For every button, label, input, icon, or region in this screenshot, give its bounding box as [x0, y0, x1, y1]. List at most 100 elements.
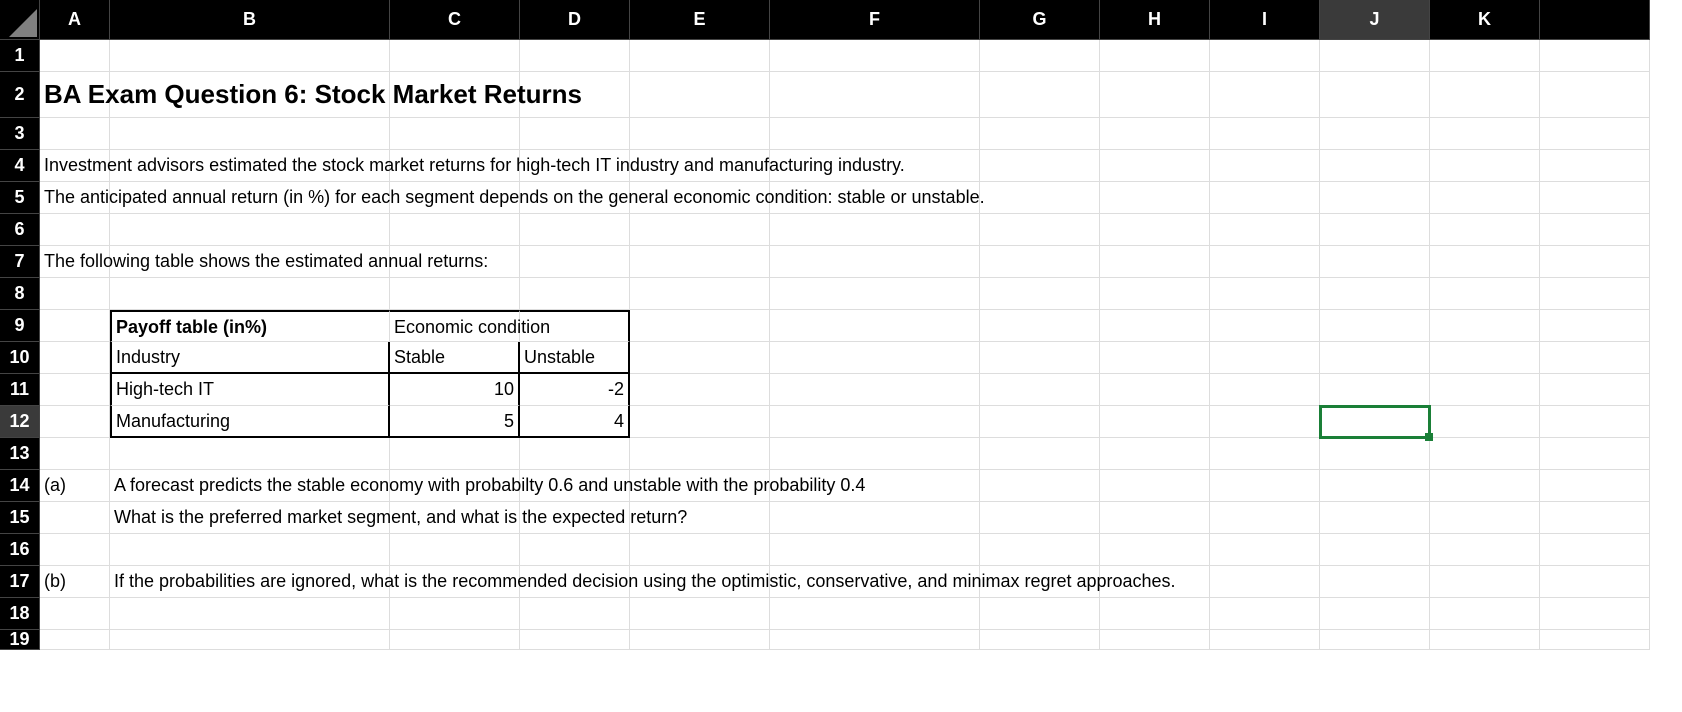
cell-A19[interactable]: [40, 630, 110, 650]
cell-F3[interactable]: [770, 118, 980, 150]
cell-J19[interactable]: [1320, 630, 1430, 650]
cell-H12[interactable]: [1100, 406, 1210, 438]
col-header-F[interactable]: F: [770, 0, 980, 40]
row-header-7[interactable]: 7: [0, 246, 40, 278]
cell-H6[interactable]: [1100, 214, 1210, 246]
cell-K8[interactable]: [1430, 278, 1540, 310]
row-header-1[interactable]: 1: [0, 40, 40, 72]
col-header-H[interactable]: H: [1100, 0, 1210, 40]
cell-F15[interactable]: [770, 502, 980, 534]
cell-K14[interactable]: [1430, 470, 1540, 502]
cell-extra-10[interactable]: [1540, 342, 1650, 374]
cell-C8[interactable]: [390, 278, 520, 310]
cell-J15[interactable]: [1320, 502, 1430, 534]
cell-A9[interactable]: [40, 310, 110, 342]
cell-C16[interactable]: [390, 534, 520, 566]
row-header-16[interactable]: 16: [0, 534, 40, 566]
cell-E19[interactable]: [630, 630, 770, 650]
cell-H19[interactable]: [1100, 630, 1210, 650]
col-header-K[interactable]: K: [1430, 0, 1540, 40]
cell-C19[interactable]: [390, 630, 520, 650]
cell-extra-7[interactable]: [1540, 246, 1650, 278]
cell-J2[interactable]: [1320, 72, 1430, 118]
cell-I7[interactable]: [1210, 246, 1320, 278]
cell-F19[interactable]: [770, 630, 980, 650]
cell-H11[interactable]: [1100, 374, 1210, 406]
cell-G5[interactable]: [980, 182, 1100, 214]
cell-A18[interactable]: [40, 598, 110, 630]
row-header-11[interactable]: 11: [0, 374, 40, 406]
cell-I2[interactable]: [1210, 72, 1320, 118]
cell-K17[interactable]: [1430, 566, 1540, 598]
cell-K10[interactable]: [1430, 342, 1540, 374]
cell-G10[interactable]: [980, 342, 1100, 374]
cell-K11[interactable]: [1430, 374, 1540, 406]
cell-K15[interactable]: [1430, 502, 1540, 534]
cell-F6[interactable]: [770, 214, 980, 246]
cell-I18[interactable]: [1210, 598, 1320, 630]
cell-J3[interactable]: [1320, 118, 1430, 150]
cell-D12[interactable]: 4: [520, 406, 630, 438]
cell-I16[interactable]: [1210, 534, 1320, 566]
cell-I4[interactable]: [1210, 150, 1320, 182]
cell-E18[interactable]: [630, 598, 770, 630]
cell-F7[interactable]: [770, 246, 980, 278]
cell-extra-16[interactable]: [1540, 534, 1650, 566]
cell-D11[interactable]: -2: [520, 374, 630, 406]
cell-F1[interactable]: [770, 40, 980, 72]
cell-E7[interactable]: [630, 246, 770, 278]
cell-D19[interactable]: [520, 630, 630, 650]
cell-E10[interactable]: [630, 342, 770, 374]
cell-E13[interactable]: [630, 438, 770, 470]
cell-B19[interactable]: [110, 630, 390, 650]
cell-K18[interactable]: [1430, 598, 1540, 630]
cell-B16[interactable]: [110, 534, 390, 566]
cell-extra-13[interactable]: [1540, 438, 1650, 470]
cell-A8[interactable]: [40, 278, 110, 310]
cell-E9[interactable]: [630, 310, 770, 342]
cell-B14[interactable]: A forecast predicts the stable economy w…: [110, 470, 390, 502]
cell-A5[interactable]: The anticipated annual return (in %) for…: [40, 182, 110, 214]
cell-B10[interactable]: Industry: [110, 342, 390, 374]
cell-K1[interactable]: [1430, 40, 1540, 72]
cell-J16[interactable]: [1320, 534, 1430, 566]
cell-H2[interactable]: [1100, 72, 1210, 118]
cell-extra-9[interactable]: [1540, 310, 1650, 342]
cell-F9[interactable]: [770, 310, 980, 342]
col-header-C[interactable]: C: [390, 0, 520, 40]
cell-K4[interactable]: [1430, 150, 1540, 182]
cell-J6[interactable]: [1320, 214, 1430, 246]
cell-extra-8[interactable]: [1540, 278, 1650, 310]
col-header-A[interactable]: A: [40, 0, 110, 40]
cell-E1[interactable]: [630, 40, 770, 72]
cell-A12[interactable]: [40, 406, 110, 438]
cell-extra-11[interactable]: [1540, 374, 1650, 406]
cell-D6[interactable]: [520, 214, 630, 246]
cell-H14[interactable]: [1100, 470, 1210, 502]
cell-E2[interactable]: [630, 72, 770, 118]
cell-A11[interactable]: [40, 374, 110, 406]
col-header-extra[interactable]: [1540, 0, 1650, 40]
cell-I17[interactable]: [1210, 566, 1320, 598]
cell-K7[interactable]: [1430, 246, 1540, 278]
cell-J4[interactable]: [1320, 150, 1430, 182]
cell-G9[interactable]: [980, 310, 1100, 342]
cell-I9[interactable]: [1210, 310, 1320, 342]
cell-D1[interactable]: [520, 40, 630, 72]
cell-G18[interactable]: [980, 598, 1100, 630]
row-header-5[interactable]: 5: [0, 182, 40, 214]
cell-H18[interactable]: [1100, 598, 1210, 630]
cell-C6[interactable]: [390, 214, 520, 246]
cell-F18[interactable]: [770, 598, 980, 630]
cell-I1[interactable]: [1210, 40, 1320, 72]
cell-D8[interactable]: [520, 278, 630, 310]
cell-B9[interactable]: Payoff table (in%): [110, 310, 390, 342]
cell-E16[interactable]: [630, 534, 770, 566]
row-header-3[interactable]: 3: [0, 118, 40, 150]
cell-extra-17[interactable]: [1540, 566, 1650, 598]
cell-I10[interactable]: [1210, 342, 1320, 374]
cell-J13[interactable]: [1320, 438, 1430, 470]
cell-G13[interactable]: [980, 438, 1100, 470]
cell-D16[interactable]: [520, 534, 630, 566]
row-header-15[interactable]: 15: [0, 502, 40, 534]
